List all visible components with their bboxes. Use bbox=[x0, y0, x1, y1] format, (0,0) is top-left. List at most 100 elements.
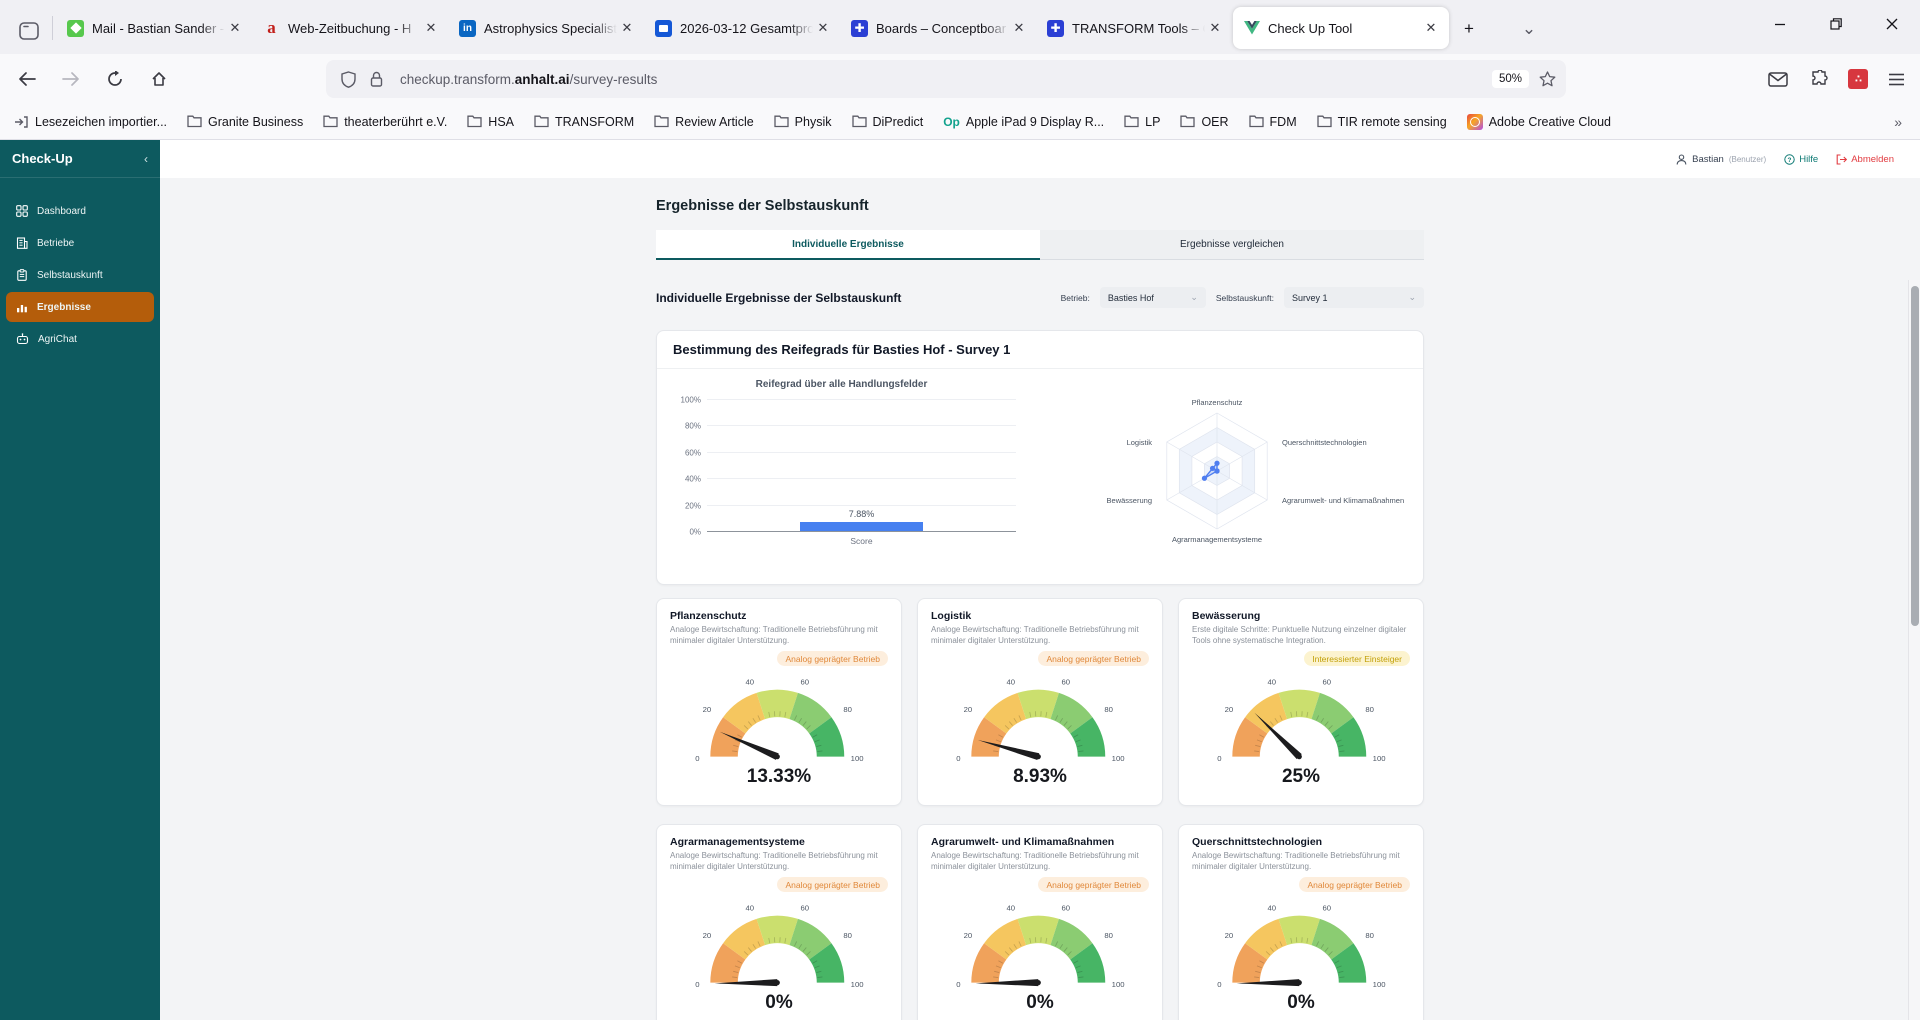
gauge-card-bewaesserung: Bewässerung Erste digitale Schritte: Pun… bbox=[1178, 598, 1424, 806]
bookmark-folder[interactable]: theaterberührt e.V. bbox=[323, 115, 447, 129]
sidebar-item-ergebnisse[interactable]: Ergebnisse bbox=[6, 292, 154, 322]
sidebar-item-selbstauskunft[interactable]: Selbstauskunft bbox=[6, 260, 154, 290]
sidebar-item-betriebe[interactable]: Betriebe bbox=[6, 228, 154, 258]
gridline bbox=[707, 451, 1016, 453]
new-tab-button[interactable]: + bbox=[1453, 13, 1485, 45]
lock-icon[interactable] bbox=[362, 65, 390, 93]
building-icon bbox=[16, 237, 28, 249]
bookmark-star-icon[interactable] bbox=[1539, 71, 1556, 87]
firefox-view-icon[interactable] bbox=[12, 14, 46, 48]
tab-close-icon[interactable]: ✕ bbox=[421, 18, 441, 38]
browser-tab-mail[interactable]: Mail - Bastian Sander - ✕ bbox=[57, 7, 253, 49]
mail-extension-icon[interactable] bbox=[1764, 65, 1792, 93]
tab-title: Mail - Bastian Sander - bbox=[92, 20, 225, 36]
url-bar[interactable]: checkup.transform.anhalt.ai/survey-resul… bbox=[326, 60, 1566, 98]
gauge-value: 25% bbox=[1281, 766, 1321, 787]
reload-button[interactable] bbox=[98, 62, 132, 96]
browser-tab-checkup-active[interactable]: Check Up Tool ✕ bbox=[1233, 7, 1449, 49]
forward-button[interactable] bbox=[54, 62, 88, 96]
tab-close-icon[interactable]: ✕ bbox=[1009, 18, 1029, 38]
tab-close-icon[interactable]: ✕ bbox=[813, 18, 833, 38]
tab-close-icon[interactable]: ✕ bbox=[1421, 18, 1441, 38]
maturity-card: Bestimmung des Reifegrads für Basties Ho… bbox=[656, 330, 1424, 585]
help-link[interactable]: ? Hilfe bbox=[1784, 154, 1818, 165]
bookmark-folder[interactable]: OER bbox=[1180, 115, 1229, 129]
close-window-button[interactable] bbox=[1864, 0, 1920, 48]
bookmark-folder[interactable]: HSA bbox=[467, 115, 514, 129]
bookmark-apple-ipad[interactable]: Op Apple iPad 9 Display R... bbox=[943, 115, 1104, 129]
browser-tab-linkedin[interactable]: in Astrophysics Specialist ✕ bbox=[449, 7, 645, 49]
gauge-card-title: Agrarumwelt- und Klimamaßnahmen bbox=[931, 836, 1115, 848]
hamburger-menu-icon[interactable] bbox=[1882, 65, 1910, 93]
tab-title: Astrophysics Specialist bbox=[484, 20, 617, 36]
selbstauskunft-label: Selbstauskunft: bbox=[1215, 292, 1274, 303]
svg-text:0: 0 bbox=[956, 754, 960, 763]
extensions-puzzle-icon[interactable] bbox=[1806, 65, 1834, 93]
tab-ergebnisse-vergleichen[interactable]: Ergebnisse vergleichen bbox=[1040, 230, 1424, 260]
red-extension-icon[interactable]: ∴ bbox=[1848, 69, 1868, 89]
tab-close-icon[interactable]: ✕ bbox=[225, 18, 245, 38]
back-button[interactable] bbox=[10, 62, 44, 96]
browser-tab-boards[interactable]: ✚ Boards – Conceptboar ✕ bbox=[841, 7, 1037, 49]
svg-text:80: 80 bbox=[843, 705, 852, 714]
browser-tab-zeitbuchung[interactable]: a Web-Zeitbuchung - H ✕ bbox=[253, 7, 449, 49]
status-badge: Analog geprägter Betrieb bbox=[777, 877, 888, 892]
y-axis-tick-label: 0% bbox=[689, 527, 701, 537]
list-tabs-button[interactable]: ⌄ bbox=[1513, 13, 1545, 45]
scrollbar-thumb[interactable] bbox=[1911, 286, 1919, 626]
page-scrollbar[interactable] bbox=[1908, 280, 1920, 1020]
svg-text:Logistik: Logistik bbox=[1126, 438, 1152, 447]
app-header: Bastian (Benutzer) ? Hilfe Abmelden bbox=[160, 140, 1920, 178]
bookmark-folder[interactable]: DiPredict bbox=[851, 115, 923, 129]
radar-chart: Pflanzenschutz Querschnittstechnologien Ag… bbox=[1106, 398, 1404, 544]
section-title: Individuelle Ergebnisse der Selbstauskun… bbox=[656, 290, 902, 305]
gauge-card-description: Analoge Bewirtschaftung: Traditionelle B… bbox=[670, 625, 878, 645]
logout-icon bbox=[1836, 153, 1848, 165]
bookmarks-overflow-chevron[interactable]: » bbox=[1894, 114, 1902, 130]
logout-link[interactable]: Abmelden bbox=[1836, 154, 1894, 165]
shield-icon[interactable] bbox=[334, 65, 362, 93]
tab-individuelle-ergebnisse[interactable]: Individuelle Ergebnisse bbox=[656, 230, 1040, 260]
tab-close-icon[interactable]: ✕ bbox=[1205, 18, 1225, 38]
survey-select[interactable]: Survey 1 ⌄ bbox=[1284, 287, 1424, 308]
home-button[interactable] bbox=[142, 62, 176, 96]
gauge-card-querschnittstechnologien: Querschnittstechnologien Analoge Bewirts… bbox=[1178, 824, 1424, 1020]
bookmark-folder[interactable]: Review Article bbox=[654, 115, 754, 129]
user-info[interactable]: Bastian (Benutzer) bbox=[1676, 154, 1766, 165]
sidebar-item-agrichat[interactable]: AgriChat bbox=[6, 324, 154, 354]
url-text[interactable]: checkup.transform.anhalt.ai/survey-resul… bbox=[400, 72, 1492, 87]
folder-icon bbox=[1124, 115, 1139, 128]
bookmark-folder[interactable]: FDM bbox=[1248, 115, 1297, 129]
tab-close-icon[interactable]: ✕ bbox=[617, 18, 637, 38]
svg-text:80: 80 bbox=[1365, 931, 1374, 940]
bookmark-adobe[interactable]: Adobe Creative Cloud bbox=[1466, 113, 1611, 130]
browser-toolbar: checkup.transform.anhalt.ai/survey-resul… bbox=[0, 54, 1920, 104]
folder-icon bbox=[1180, 115, 1196, 128]
bookmark-folder[interactable]: LP bbox=[1124, 115, 1160, 129]
sidebar-collapse-icon[interactable]: ‹ bbox=[144, 152, 148, 166]
bookmark-folder[interactable]: TIR remote sensing bbox=[1316, 115, 1447, 129]
bookmark-folder[interactable]: Physik bbox=[774, 115, 832, 129]
vue-favicon-icon bbox=[1243, 20, 1260, 37]
bookmark-folder[interactable]: Granite Business bbox=[187, 115, 303, 129]
sidebar-item-dashboard[interactable]: Dashboard bbox=[6, 196, 154, 226]
browser-tab-transform-tools[interactable]: ✚ TRANSFORM Tools – C ✕ bbox=[1037, 7, 1233, 49]
folder-icon bbox=[534, 115, 549, 128]
gauge-card-grid: Pflanzenschutz Analoge Bewirtschaftung: … bbox=[656, 598, 1424, 1020]
browser-tab-gesamtpro[interactable]: 2026-03-12 Gesamtpro ✕ bbox=[645, 7, 841, 49]
betrieb-select[interactable]: Basties Hof ⌄ bbox=[1099, 287, 1206, 308]
sidebar: Check-Up ‹ Dashboard Betriebe Selbstausk… bbox=[0, 140, 160, 1020]
minimize-button[interactable] bbox=[1752, 0, 1808, 48]
svg-text:0: 0 bbox=[1217, 754, 1221, 763]
user-role: (Benutzer) bbox=[1728, 154, 1767, 164]
svg-text:20: 20 bbox=[703, 705, 712, 714]
bookmark-folder[interactable]: TRANSFORM bbox=[534, 115, 634, 129]
op-favicon-icon: Op bbox=[943, 114, 960, 129]
linkedin-favicon-icon: in bbox=[459, 19, 476, 37]
bookmark-import[interactable]: Lesezeichen importier... bbox=[14, 115, 167, 129]
robot-icon bbox=[16, 333, 29, 345]
y-axis-tick-label: 80% bbox=[684, 421, 701, 431]
help-icon: ? bbox=[1784, 153, 1795, 165]
restore-button[interactable] bbox=[1808, 0, 1864, 48]
zoom-level-badge[interactable]: 50% bbox=[1491, 70, 1529, 88]
